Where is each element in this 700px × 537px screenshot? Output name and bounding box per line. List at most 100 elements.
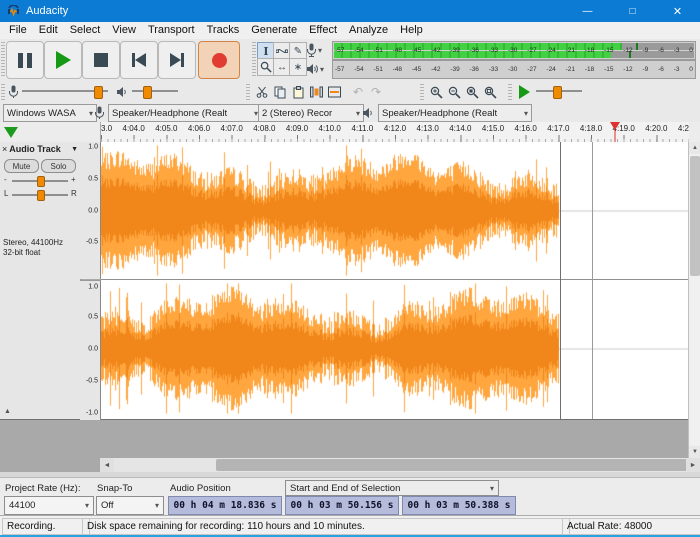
toolbar-grip[interactable] [508,83,512,100]
chevron-down-icon: ▾ [155,501,159,510]
minimize-button[interactable]: — [565,0,610,22]
menu-item-effect[interactable]: Effect [303,22,343,39]
zoom-out-button[interactable] [444,82,464,102]
scroll-up-button[interactable]: ▲ [689,142,700,154]
play-speed-thumb[interactable] [553,86,562,99]
pan-thumb[interactable] [37,190,45,201]
chevron-down-icon: ▾ [85,501,89,510]
zoom-in-icon [430,86,443,99]
playback-volume-slider[interactable] [132,85,178,98]
menu-item-view[interactable]: View [106,22,142,39]
playback-volume-thumb[interactable] [143,86,152,99]
close-button[interactable]: ✕ [655,0,700,22]
selection-mode-select[interactable]: Start and End of Selection ▾ [285,480,499,496]
undo-button[interactable]: ↶ [348,82,368,102]
scroll-right-button[interactable]: ► [686,458,700,472]
multi-tool-icon: ∗ [294,62,302,73]
silence-audio-button[interactable] [324,82,344,102]
toolbar-grip[interactable] [246,83,250,100]
selection-start-field[interactable]: 00 h 03 m 50.156 s [285,496,399,515]
toolbar-grip[interactable] [1,42,5,76]
selection-tool-icon: I [263,45,268,58]
stop-button[interactable] [82,41,120,79]
play-at-speed-button[interactable] [514,82,534,102]
project-rate-select[interactable]: 44100 ▾ [4,496,94,515]
waveform-channel-left[interactable] [101,142,688,280]
horizontal-scroll-thumb[interactable] [216,459,700,471]
horizontal-scrollbar[interactable]: ◄ ► [100,458,700,472]
fit-project-button[interactable] [480,82,500,102]
pause-button[interactable] [6,41,44,79]
timeline-ruler[interactable]: 4:03.04:04.04:05.04:06.04:07.04:08.04:09… [100,122,689,142]
trim-audio-button[interactable] [306,82,326,102]
recording-volume-slider[interactable] [22,85,108,98]
menu-item-select[interactable]: Select [64,22,107,39]
menu-item-transport[interactable]: Transport [142,22,201,39]
cut-button[interactable] [252,82,272,102]
menu-item-analyze[interactable]: Analyze [343,22,394,39]
skip-end-icon [181,53,184,67]
pan-slider[interactable] [12,189,68,200]
track-close-button[interactable]: × [2,144,7,154]
skip-to-end-button[interactable] [158,41,196,79]
menu-item-edit[interactable]: Edit [33,22,64,39]
copy-button[interactable] [270,82,290,102]
waveform-canvas-right[interactable] [101,280,688,417]
playback-meter[interactable]: -57-54-51-48-45-42-39-36-33-30-27-24-21-… [332,60,696,79]
recording-device-select[interactable]: Speaker/Headphone (Realt ▾ [108,104,262,122]
gain-thumb[interactable] [37,176,45,187]
snap-to-value: Off [101,500,152,511]
skip-to-start-button[interactable] [120,41,158,79]
recording-channels-select[interactable]: 2 (Stereo) Recor ▾ [258,104,364,122]
track-collapse-button[interactable]: ▲ [4,408,11,415]
selection-end-field[interactable]: 00 h 03 m 50.388 s [402,496,516,515]
zoom-tool-icon [260,61,272,73]
menu-item-file[interactable]: File [3,22,33,39]
snap-to-select[interactable]: Off ▾ [96,496,164,515]
paste-button[interactable] [288,82,308,102]
secondary-cursor [592,142,593,419]
playback-device-select[interactable]: Speaker/Headphone (Realt ▾ [378,104,532,122]
timeline-label: 4:04.0 [123,124,145,133]
timeline-pin-icon[interactable] [4,127,18,138]
scroll-left-button[interactable]: ◄ [100,458,114,472]
meter-scale-label: 0 [689,66,693,73]
record-button[interactable] [198,41,240,79]
toolbar-grip[interactable] [252,42,256,76]
toolbar-grip[interactable] [420,83,424,100]
waveform-canvas-left[interactable] [101,142,688,279]
menu-item-generate[interactable]: Generate [245,22,303,39]
track-name[interactable]: Audio Track [9,144,69,154]
timeline-label: 4:10.0 [319,124,341,133]
audio-host-select[interactable]: Windows WASA ▾ [3,104,97,122]
meter-scale-label: -21 [566,66,575,73]
audio-position-field[interactable]: 00 h 04 m 18.836 s [168,496,282,515]
gain-slider[interactable] [12,175,68,186]
playback-meter-scale: -57-54-51-48-45-42-39-36-33-30-27-24-21-… [333,61,695,78]
timeline-label: 4:08.0 [253,124,275,133]
meter-scale-label: -9 [643,66,649,73]
recording-playhead-marker [610,122,620,130]
recording-meter[interactable]: -57-54-51-48-45-42-39-36-33-30-27-24-21-… [332,41,696,60]
menu-item-help[interactable]: Help [394,22,429,39]
vertical-scroll-thumb[interactable] [690,156,700,276]
scroll-down-button[interactable]: ▼ [689,446,700,458]
track-menu-button[interactable]: ▼ [71,146,78,153]
mute-button[interactable]: Mute [4,159,39,173]
redo-button[interactable]: ↷ [366,82,386,102]
recording-volume-thumb[interactable] [94,86,103,99]
meter-scale-label: -57 [335,47,344,54]
multi-tool-button[interactable]: ∗ [289,58,307,76]
recording-meter-dropdown[interactable]: ▾ [306,43,322,57]
solo-button[interactable]: Solo [41,159,76,173]
playback-meter-dropdown[interactable]: ▾ [306,63,324,75]
waveform-channel-right[interactable] [101,280,688,419]
fit-selection-button[interactable] [462,82,482,102]
play-speed-slider[interactable] [536,85,582,98]
toolbar-grip[interactable] [1,83,5,100]
zoom-in-button[interactable] [426,82,446,102]
vertical-scrollbar[interactable]: ▲ ▼ [688,142,700,458]
play-button[interactable] [44,41,82,79]
menu-item-tracks[interactable]: Tracks [201,22,246,39]
maximize-button[interactable]: □ [610,0,655,22]
